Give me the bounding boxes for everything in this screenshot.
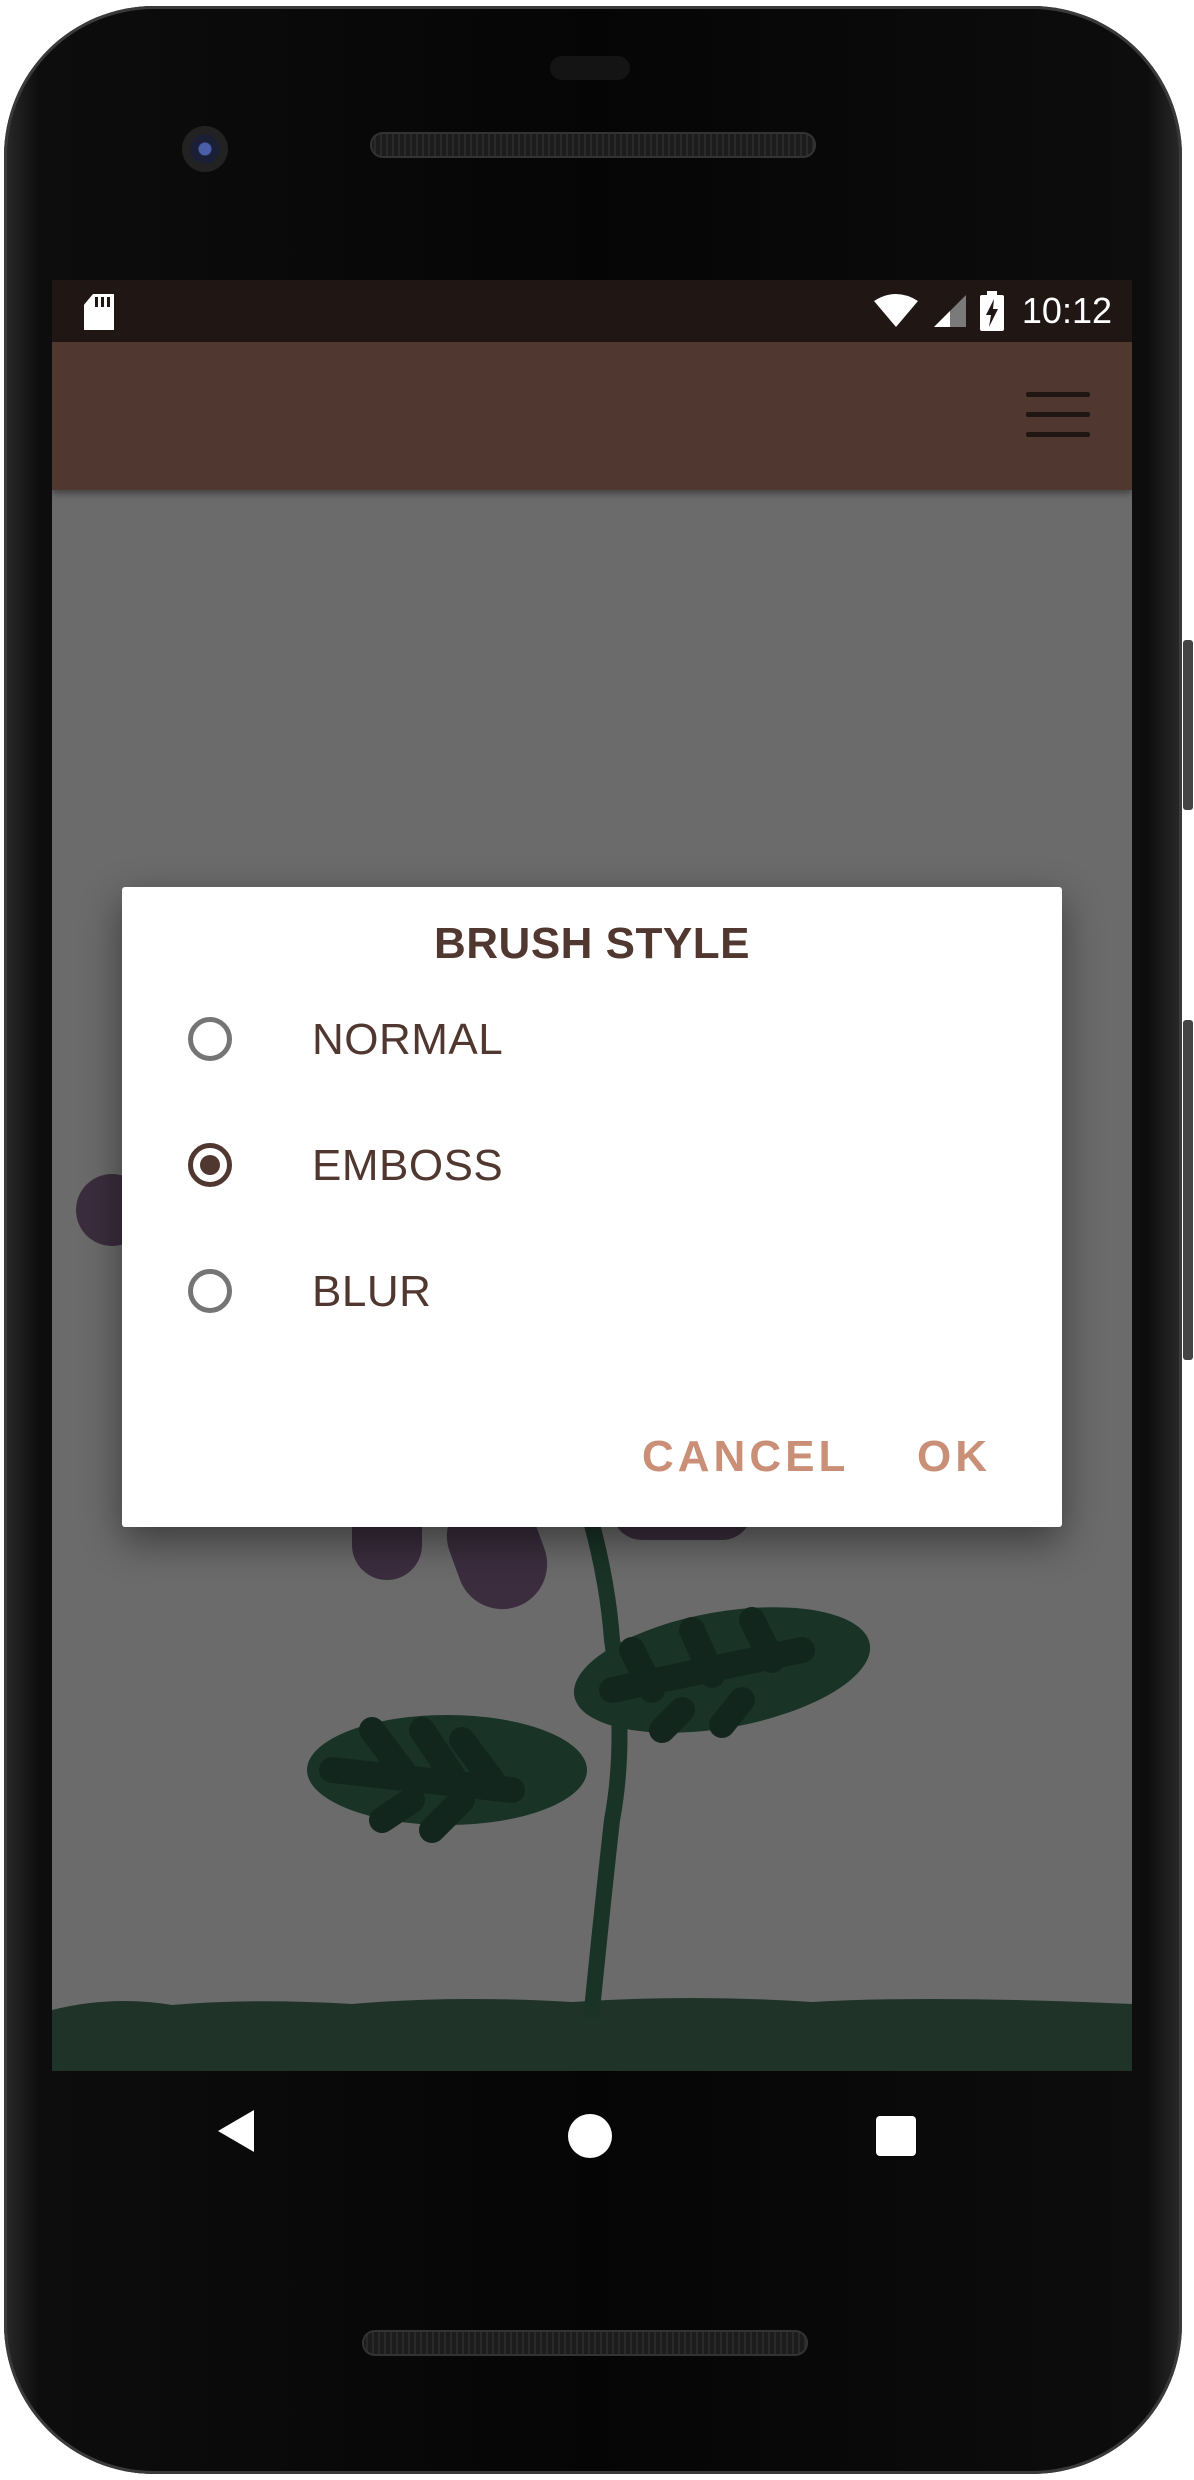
bottom-speaker-grille (362, 2330, 808, 2356)
sd-card-icon (84, 294, 114, 330)
screen: 10:12 BRUSH STYLE NORMAL EMBOSS BLUR CAN… (52, 280, 1132, 2071)
status-bar: 10:12 (52, 280, 1132, 342)
brush-style-dialog: BRUSH STYLE NORMAL EMBOSS BLUR CANCEL OK (122, 887, 1062, 1527)
wifi-icon (873, 294, 918, 327)
front-camera (182, 126, 228, 172)
battery-charging-icon (979, 291, 1004, 331)
hamburger-menu-icon[interactable] (1026, 392, 1090, 440)
phone-device: 10:12 BRUSH STYLE NORMAL EMBOSS BLUR CAN… (0, 0, 1194, 2480)
recents-icon[interactable] (876, 2116, 916, 2156)
app-toolbar (52, 342, 1132, 490)
option-emboss[interactable]: EMBOSS (122, 1113, 1062, 1223)
option-normal[interactable]: NORMAL (122, 987, 1062, 1097)
radio-blur-icon[interactable] (188, 1269, 232, 1313)
home-icon[interactable] (568, 2114, 612, 2158)
status-icons: 10:12 (872, 280, 1112, 342)
radio-emboss-checked-icon[interactable] (188, 1143, 232, 1187)
clock: 10:12 (1021, 290, 1112, 331)
power-button (1183, 640, 1193, 810)
earpiece-slot (550, 56, 630, 80)
ok-button[interactable]: OK (917, 1432, 991, 1482)
option-blur[interactable]: BLUR (122, 1239, 1062, 1349)
dialog-title: BRUSH STYLE (434, 919, 750, 968)
back-icon[interactable] (218, 2110, 254, 2152)
cell-signal-icon (933, 295, 966, 327)
option-emboss-label: EMBOSS (312, 1141, 504, 1190)
radio-normal-icon[interactable] (188, 1017, 232, 1061)
volume-rocker (1183, 1020, 1193, 1360)
cancel-button[interactable]: CANCEL (642, 1432, 849, 1482)
top-speaker-grille (370, 132, 816, 158)
option-normal-label: NORMAL (312, 1015, 504, 1064)
option-blur-label: BLUR (312, 1267, 432, 1316)
